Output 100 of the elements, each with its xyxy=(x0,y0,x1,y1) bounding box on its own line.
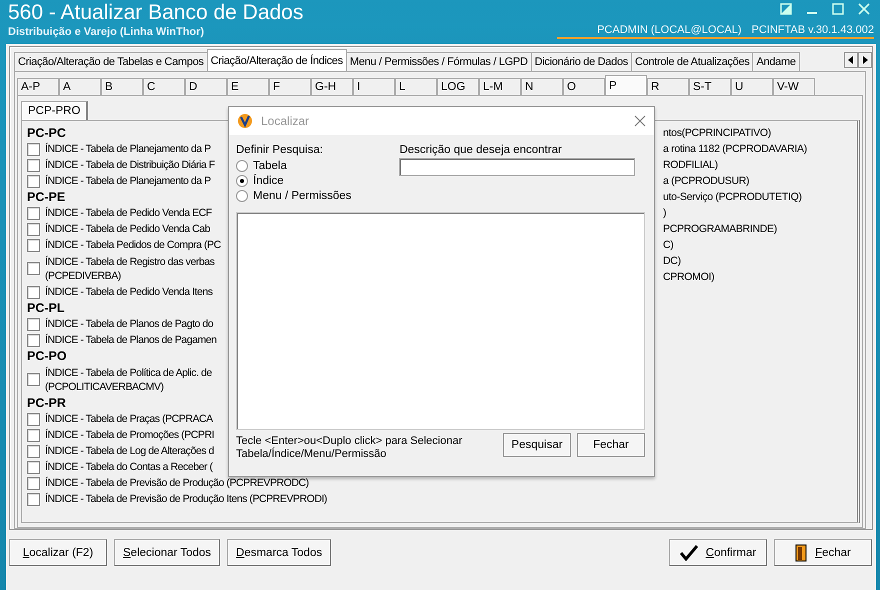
version-label: PCINFTAB v.30.1.43.002 xyxy=(752,24,874,36)
tab[interactable]: V-W xyxy=(773,78,815,95)
item-label: ) xyxy=(663,206,668,221)
tab[interactable]: L-M xyxy=(479,78,521,95)
action-button[interactable]: Confirmar xyxy=(669,539,767,566)
group-header: PC-PE xyxy=(27,189,66,205)
tab[interactable]: PCP-PRO xyxy=(21,101,88,120)
tab[interactable]: L xyxy=(395,78,437,95)
tab[interactable]: LOG xyxy=(437,78,479,95)
checkbox[interactable] xyxy=(27,428,40,442)
item-label: ÍNDICE - Tabela de Praças (PCPRACA xyxy=(45,412,213,426)
checkbox[interactable] xyxy=(27,286,40,298)
radio-label: Menu / Permissões xyxy=(253,190,352,202)
tab[interactable]: Andame xyxy=(752,52,800,71)
action-button[interactable]: Fechar xyxy=(774,539,872,566)
description-field[interactable] xyxy=(399,158,636,176)
tab[interactable]: O xyxy=(563,78,605,95)
item-label: ÍNDICE - Tabela de Planejamento da P xyxy=(45,174,211,188)
tab[interactable]: Criação/Alteração de Índices xyxy=(206,49,347,71)
user-label: PCADMIN (LOCAL@LOCAL) xyxy=(597,24,742,36)
group-header: PC-PL xyxy=(27,300,64,316)
checkbox[interactable] xyxy=(27,492,40,506)
item-label: ÍNDICE - Tabela de Pedido Venda Itens xyxy=(45,285,213,299)
description-label: Descrição que deseja encontrar xyxy=(399,144,563,156)
item-label: ÍNDICE - Tabela de Promoções (PCPRI xyxy=(45,428,214,442)
checkbox[interactable] xyxy=(27,142,40,156)
radio-label: Índice xyxy=(253,174,284,186)
scroll-right-icon[interactable] xyxy=(858,52,872,68)
checkbox[interactable] xyxy=(27,334,40,346)
dialog-title: Localizar xyxy=(261,114,310,128)
tab[interactable]: A xyxy=(59,78,101,95)
group-header: PC-PR xyxy=(27,395,66,411)
action-button[interactable]: Desmarca Todos xyxy=(227,539,332,566)
tab[interactable]: R xyxy=(647,78,689,95)
app-logo-icon xyxy=(237,113,253,129)
item-label: ÍNDICE - Tabela de Pedido Venda Cab xyxy=(45,222,210,236)
tab[interactable]: F xyxy=(269,78,311,95)
window-subtitle: Distribuição e Varejo (Linha WinThor) xyxy=(8,26,206,38)
action-button[interactable]: Localizar (F2) xyxy=(9,539,107,566)
door-icon xyxy=(795,544,808,562)
maximize-icon[interactable] xyxy=(832,3,844,15)
item-label: ÍNDICE - Tabela do Contas a Receber ( xyxy=(45,460,213,474)
checkbox[interactable] xyxy=(27,262,40,275)
checkbox[interactable] xyxy=(27,206,40,220)
item-label: ÍNDICE - Tabela de Previsão de Produção Itens (PCPREVPRODI) xyxy=(45,492,327,506)
tab[interactable]: Criação/Alteração de Tabelas e Campos xyxy=(14,52,208,71)
group-header: PC-PC xyxy=(27,125,66,141)
tab[interactable]: C xyxy=(143,78,185,95)
tab[interactable]: E xyxy=(227,78,269,95)
radio-button[interactable] xyxy=(236,174,248,186)
checkbox[interactable] xyxy=(27,460,40,474)
item-label: a rotina 1182 (PCPRODAVARIA) xyxy=(663,142,808,157)
radio-button[interactable] xyxy=(236,160,248,172)
tab[interactable]: P xyxy=(605,75,647,95)
item-label: ÍNDICE - Tabela de Log de Alterações d xyxy=(45,444,214,458)
item-label: ÍNDICE - Tabela de Previsão de Produção (PCPREVPRODC) xyxy=(45,476,309,490)
checkbox[interactable] xyxy=(27,476,40,490)
search-type-label: Definir Pesquisa: xyxy=(236,144,324,156)
tab[interactable]: I xyxy=(353,78,395,95)
tab[interactable]: G-H xyxy=(311,78,353,95)
checkbox[interactable] xyxy=(27,222,40,236)
item-label: uto-Serviço (PCPRODUTETIQ) xyxy=(663,190,803,205)
tab[interactable]: N xyxy=(521,78,563,95)
item-label: RODFILIAL) xyxy=(663,158,719,173)
tab[interactable]: A-P xyxy=(17,78,59,95)
checkbox[interactable] xyxy=(27,174,40,188)
item-label: C) xyxy=(663,238,674,253)
item-label: DC) xyxy=(663,254,682,269)
scroll-left-icon[interactable] xyxy=(844,52,858,68)
checkbox[interactable] xyxy=(27,158,40,172)
item-label: PCPROGRAMABRINDE) xyxy=(663,222,778,237)
hint-text: Tecle <Enter>ou<Duplo click> para Selecionar Tabela/Índice/Menu/Permissão xyxy=(236,435,464,461)
item-label: ÍNDICE - Tabela de Registro das verbas (PCPEDIVERBA) xyxy=(45,254,214,282)
close-icon[interactable] xyxy=(634,115,646,127)
item-label: ntos(PCPRINCIPATIVO) xyxy=(663,126,772,141)
radio-label: Tabela xyxy=(253,160,287,172)
item-label: ÍNDICE - Tabela de Planejamento da P xyxy=(45,142,211,156)
item-label: ÍNDICE - Tabela Pedidos de Compra (PC xyxy=(45,238,221,252)
restore-icon[interactable] xyxy=(780,3,792,15)
tab[interactable]: D xyxy=(185,78,227,95)
checkbox[interactable] xyxy=(27,444,40,458)
dialog-button[interactable]: Fechar xyxy=(577,433,645,457)
checkbox[interactable] xyxy=(27,412,40,426)
dialog-button[interactable]: Pesquisar xyxy=(503,433,571,457)
action-button[interactable]: Selecionar Todos xyxy=(114,539,220,566)
radio-button[interactable] xyxy=(236,190,248,202)
tab[interactable]: B xyxy=(101,78,143,95)
checkbox[interactable] xyxy=(27,238,40,252)
tab[interactable]: S-T xyxy=(689,78,731,95)
item-label: CPROMOI) xyxy=(663,270,716,285)
item-label: ÍNDICE - Tabela de Planos de Pagamen xyxy=(45,333,217,347)
item-label: ÍNDICE - Tabela de Política de Aplic. de (PCPOLITICAVERBACMV) xyxy=(45,366,212,394)
group-header: PC-PO xyxy=(27,348,67,364)
checkbox[interactable] xyxy=(27,318,40,330)
item-label: ÍNDICE - Tabela de Planos de Pagto do xyxy=(45,317,214,331)
checkmark-icon xyxy=(680,544,698,560)
item-label: ÍNDICE - Tabela de Distribuição Diária F xyxy=(45,158,215,172)
item-label: ÍNDICE - Tabela de Pedido Venda ECF xyxy=(45,206,212,220)
tab[interactable]: U xyxy=(731,78,773,95)
checkbox[interactable] xyxy=(27,373,40,386)
